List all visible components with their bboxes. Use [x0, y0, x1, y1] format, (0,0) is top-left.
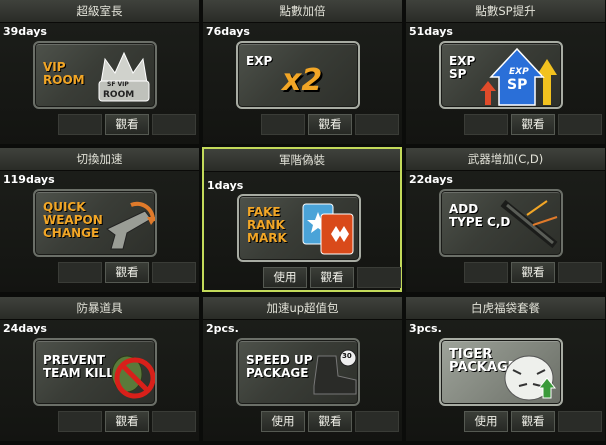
empty-slot: [464, 114, 508, 135]
view-button[interactable]: 觀看: [105, 114, 149, 135]
item-image: FAKE RANK MARK: [237, 194, 361, 262]
badge-text: SF VIP: [107, 81, 129, 88]
view-button[interactable]: 觀看: [511, 262, 555, 283]
item-title: 白虎福袋套餐: [406, 297, 605, 320]
item-image: QUICK WEAPON CHANGE: [33, 189, 157, 257]
empty-slot: [58, 262, 102, 283]
view-button[interactable]: 觀看: [308, 114, 352, 135]
item-image-text: VIP ROOM: [43, 60, 85, 87]
item-title: 武器增加(C,D): [406, 148, 605, 171]
item-image: EXP SP EXP SP: [439, 41, 563, 109]
item-card-add-type-cd[interactable]: 武器增加(C,D) 22days ADD TYPE C,D 觀看: [406, 148, 605, 292]
empty-slot: [152, 411, 196, 432]
arrow-top-text: EXP: [509, 67, 529, 77]
rank-badge-icon: [302, 203, 354, 255]
item-image: ADD TYPE C,D: [439, 189, 563, 257]
empty-slot: [357, 267, 401, 288]
view-button[interactable]: 觀看: [105, 262, 149, 283]
item-image: TIGER PACKAGE: [439, 338, 563, 406]
item-grid: 超級室長 39days VIP ROOM SF VIP ROOM 觀看 點數加倍…: [0, 0, 606, 445]
item-card-speed-up-package[interactable]: 加速up超值包 2pcs. SPEED UP PACKAGE 30 使用 觀看: [203, 297, 402, 441]
badge-sub-text: ROOM: [103, 90, 135, 100]
empty-slot: [152, 114, 196, 135]
pistol-icon: [106, 201, 155, 250]
item-duration: 119days: [3, 173, 55, 186]
view-button[interactable]: 觀看: [308, 411, 352, 432]
item-card-fake-rank-mark[interactable]: 軍階偽裝 1days FAKE RANK MARK 使用 觀看: [202, 147, 402, 292]
item-image-text: QUICK WEAPON CHANGE: [43, 200, 103, 240]
item-duration: 39days: [3, 25, 47, 38]
item-card-vip-room[interactable]: 超級室長 39days VIP ROOM SF VIP ROOM 觀看: [0, 0, 199, 144]
view-button[interactable]: 觀看: [105, 411, 149, 432]
arrow-bottom-text: SP: [507, 77, 528, 93]
empty-slot: [558, 411, 602, 432]
item-title: 點數SP提升: [406, 0, 605, 23]
item-title: 切換加速: [0, 148, 199, 171]
item-duration: 3pcs.: [409, 322, 442, 335]
item-image-text: SPEED UP PACKAGE: [246, 353, 313, 380]
use-button[interactable]: 使用: [464, 411, 508, 432]
empty-slot: [58, 114, 102, 135]
item-duration: 76days: [206, 25, 250, 38]
empty-slot: [58, 411, 102, 432]
view-button[interactable]: 觀看: [511, 114, 555, 135]
boot-icon: [313, 349, 357, 395]
rifle-icon: [500, 199, 558, 249]
empty-slot: [558, 262, 602, 283]
empty-slot: [152, 262, 196, 283]
empty-slot: [355, 411, 399, 432]
item-duration: 24days: [3, 322, 47, 335]
item-duration: 51days: [409, 25, 453, 38]
item-image: PREVENT TEAM KILL: [33, 338, 157, 406]
item-image-text: PREVENT TEAM KILL: [43, 353, 114, 380]
item-image: SPEED UP PACKAGE 30: [236, 338, 360, 406]
empty-slot: [464, 262, 508, 283]
item-card-exp-sp[interactable]: 點數SP提升 51days EXP SP EXP SP 觀看: [406, 0, 605, 144]
item-image-text: EXP SP: [449, 54, 476, 81]
item-title: 點數加倍: [203, 0, 402, 23]
empty-slot: [261, 114, 305, 135]
white-tiger-icon: [504, 355, 557, 401]
use-button[interactable]: 使用: [263, 267, 307, 288]
item-card-tiger-package[interactable]: 白虎福袋套餐 3pcs. TIGER PACKAGE 使用 觀看: [406, 297, 605, 441]
use-button[interactable]: 使用: [261, 411, 305, 432]
view-button[interactable]: 觀看: [310, 267, 354, 288]
item-title: 軍階偽裝: [204, 149, 400, 172]
empty-slot: [355, 114, 399, 135]
item-title: 加速up超值包: [203, 297, 402, 320]
item-title: 防暴道具: [0, 297, 199, 320]
item-duration: 2pcs.: [206, 322, 239, 335]
item-image: EXP x2: [236, 41, 360, 109]
badge-text: 30: [342, 352, 352, 360]
empty-slot: [558, 114, 602, 135]
item-card-prevent-team-kill[interactable]: 防暴道具 24days PREVENT TEAM KILL 觀看: [0, 297, 199, 441]
item-image-text: FAKE RANK MARK: [247, 205, 287, 245]
view-button[interactable]: 觀看: [511, 411, 555, 432]
item-card-quick-weapon-change[interactable]: 切換加速 119days QUICK WEAPON CHANGE 觀看: [0, 148, 199, 292]
grenade-icon: [111, 355, 155, 399]
item-duration: 22days: [409, 173, 453, 186]
item-card-exp-x2[interactable]: 點數加倍 76days EXP x2 觀看: [203, 0, 402, 144]
item-image-text: EXP: [246, 54, 273, 68]
multiplier-text: x2: [282, 63, 323, 98]
item-title: 超級室長: [0, 0, 199, 23]
item-duration: 1days: [207, 179, 244, 192]
item-image: VIP ROOM SF VIP ROOM: [33, 41, 157, 109]
